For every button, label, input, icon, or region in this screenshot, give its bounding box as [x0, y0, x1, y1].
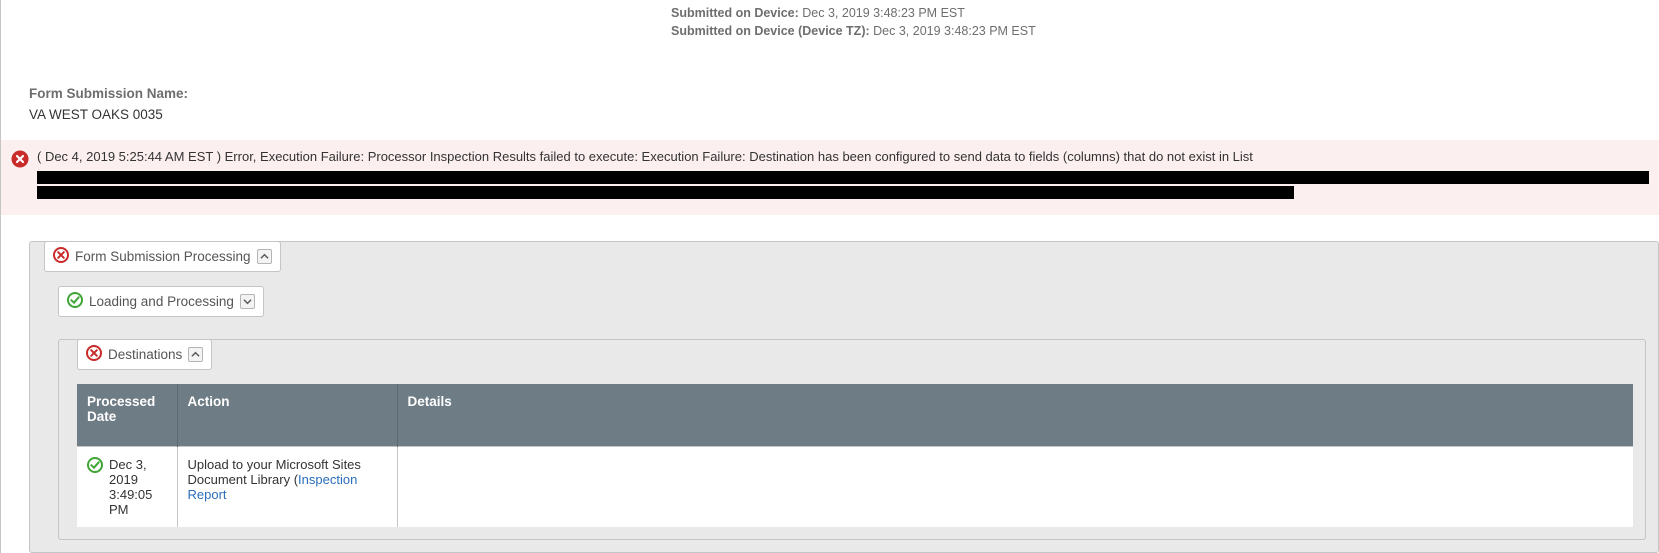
submitted-on-device-tz-value: Dec 3, 2019 3:48:23 PM EST — [873, 24, 1036, 38]
meta-row-submitted: Submitted on Device: Dec 3, 2019 3:48:23… — [671, 4, 1659, 22]
form-submission-processing-title: Form Submission Processing — [75, 249, 251, 264]
processed-date-text: Dec 3, 2019 3:49:05 PM — [109, 457, 167, 517]
collapse-icon[interactable] — [188, 347, 203, 362]
cell-processed-date: Dec 3, 2019 3:49:05 PM — [77, 446, 177, 527]
form-name-block: Form Submission Name: VA WEST OAKS 0035 — [1, 40, 1659, 122]
destinations-table: Processed Date Action Details — [77, 384, 1633, 527]
form-submission-name-value: VA WEST OAKS 0035 — [29, 107, 1659, 122]
collapse-icon[interactable] — [257, 249, 272, 264]
form-submission-processing-body: Loading and Processing — [30, 272, 1658, 552]
destinations-title: Destinations — [108, 347, 182, 362]
error-banner: ( Dec 4, 2019 5:25:44 AM EST ) Error, Ex… — [1, 140, 1659, 215]
meta-row-submitted-tz: Submitted on Device (Device TZ): Dec 3, … — [671, 22, 1659, 40]
error-message-text: ( Dec 4, 2019 5:25:44 AM EST ) Error, Ex… — [37, 149, 1253, 164]
processing-area: Form Submission Processing Loadin — [29, 241, 1659, 553]
error-message: ( Dec 4, 2019 5:25:44 AM EST ) Error, Ex… — [37, 148, 1649, 199]
redacted-line-2 — [37, 186, 1294, 199]
cell-details — [397, 446, 1633, 527]
redacted-line-1 — [37, 171, 1649, 184]
form-submission-processing-header[interactable]: Form Submission Processing — [44, 241, 281, 272]
loading-processing-title: Loading and Processing — [89, 294, 234, 309]
col-details: Details — [397, 384, 1633, 447]
form-submission-processing-panel: Form Submission Processing Loadin — [29, 241, 1659, 553]
error-status-icon — [53, 247, 69, 266]
main-panel: Submitted on Device: Dec 3, 2019 3:48:23… — [0, 0, 1659, 553]
expand-icon[interactable] — [240, 294, 255, 309]
destinations-header[interactable]: Destinations — [77, 339, 212, 370]
col-action: Action — [177, 384, 397, 447]
col-processed-date: Processed Date — [77, 384, 177, 447]
submitted-on-device-label: Submitted on Device: — [671, 6, 799, 20]
submitted-on-device-tz-label: Submitted on Device (Device TZ): — [671, 24, 870, 38]
loading-processing-header[interactable]: Loading and Processing — [58, 286, 264, 317]
submission-meta: Submitted on Device: Dec 3, 2019 3:48:23… — [1, 0, 1659, 40]
submitted-on-device-value: Dec 3, 2019 3:48:23 PM EST — [802, 6, 965, 20]
loading-processing-panel: Loading and Processing — [58, 286, 1646, 317]
table-row: Dec 3, 2019 3:49:05 PM Upload to your Mi… — [77, 446, 1633, 527]
error-status-icon — [86, 345, 102, 364]
success-status-icon — [67, 292, 83, 311]
table-header-row: Processed Date Action Details — [77, 384, 1633, 447]
destinations-panel: Destinations Processed Date Action Detai… — [58, 339, 1646, 540]
cell-action: Upload to your Microsoft Sites Document … — [177, 446, 397, 527]
error-icon — [11, 150, 29, 171]
form-submission-name-label: Form Submission Name: — [29, 86, 1659, 101]
success-status-icon — [87, 457, 103, 476]
